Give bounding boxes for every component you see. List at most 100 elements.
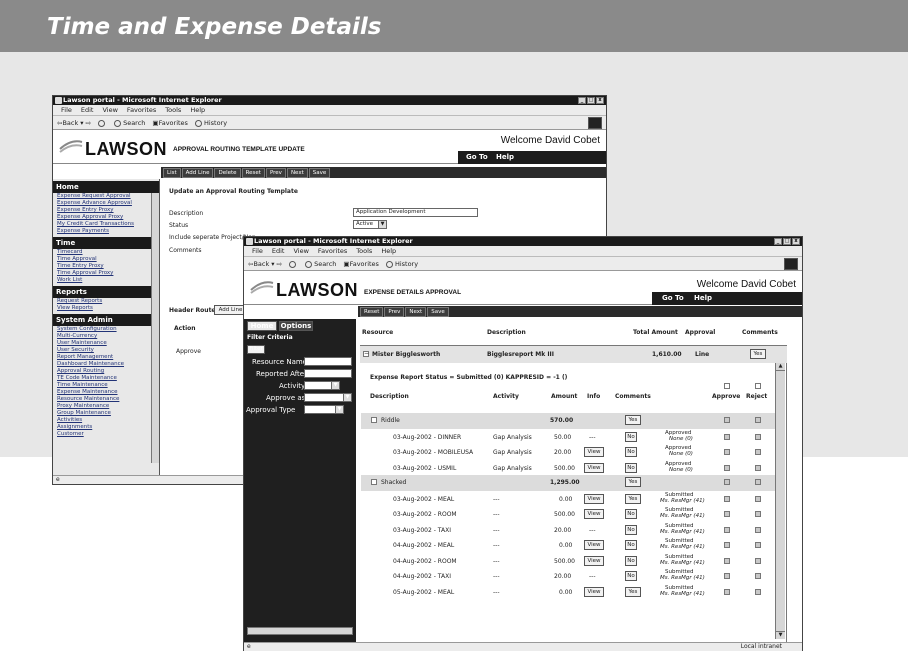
sidebar-link[interactable]: Activities xyxy=(53,417,159,424)
menu-view[interactable]: View xyxy=(293,246,308,256)
sidebar-link[interactable]: Approval Routing xyxy=(53,368,159,375)
comment-button[interactable]: No xyxy=(625,555,637,566)
next-button[interactable]: Next xyxy=(286,167,308,178)
reset-button[interactable]: Reset xyxy=(241,167,265,178)
help-menu[interactable]: Help xyxy=(694,294,712,302)
comment-button[interactable]: No xyxy=(625,524,637,535)
reported-after-input[interactable]: 01-Jun-2002 xyxy=(304,369,352,378)
minimize-button[interactable]: _ xyxy=(774,238,782,245)
resource-name-input[interactable] xyxy=(304,357,352,366)
reset-button[interactable]: Reset xyxy=(360,306,384,317)
favorites-button[interactable]: ▣Favorites xyxy=(343,257,379,270)
approve-checkbox[interactable] xyxy=(724,573,730,579)
sidebar-link[interactable]: Expense Payments xyxy=(53,228,159,235)
reject-checkbox[interactable] xyxy=(755,479,761,485)
sidebar-link[interactable]: My Credit Card Transactions xyxy=(53,221,159,228)
menu-file[interactable]: File xyxy=(252,246,263,256)
comment-button[interactable]: No xyxy=(625,431,637,442)
help-menu[interactable]: Help xyxy=(496,153,514,161)
history-button[interactable]: History xyxy=(194,116,227,129)
comment-button[interactable]: Yes xyxy=(625,493,641,504)
sidebar-link[interactable]: Resource Maintenance xyxy=(53,396,159,403)
reject-checkbox[interactable] xyxy=(755,526,761,533)
stop-icon[interactable] xyxy=(98,116,107,129)
collapse-toggle-icon[interactable] xyxy=(371,479,377,485)
activity-select[interactable]: All ▼ xyxy=(304,381,340,390)
reject-checkbox[interactable] xyxy=(755,588,761,595)
approval-type-select[interactable]: Normal ▼ xyxy=(304,405,344,414)
group-comments-button[interactable]: Yes xyxy=(625,477,641,487)
resource-comments-button[interactable]: Yes xyxy=(750,349,766,359)
approve-checkbox[interactable] xyxy=(724,542,730,548)
sidebar-link[interactable]: Time Maintenance xyxy=(53,382,159,389)
reject-checkbox[interactable] xyxy=(755,511,761,517)
menu-help[interactable]: Help xyxy=(190,105,205,115)
back-button[interactable]: ⇦Back ▾ ⇨ xyxy=(57,116,91,129)
approve-checkbox[interactable] xyxy=(724,433,730,440)
reject-checkbox[interactable] xyxy=(755,464,761,471)
close-button[interactable]: x xyxy=(596,97,604,104)
approve-checkbox[interactable] xyxy=(724,588,730,595)
approve-as-select[interactable]: David Cobet ▼ xyxy=(304,393,352,402)
approve-checkbox[interactable] xyxy=(724,449,730,455)
menu-file[interactable]: File xyxy=(61,105,72,115)
sidebar-link[interactable]: Time Approval Proxy xyxy=(53,270,159,277)
menu-help[interactable]: Help xyxy=(381,246,396,256)
reject-checkbox[interactable] xyxy=(755,433,761,440)
sidebar-link[interactable]: Timecard xyxy=(53,249,159,256)
back-button[interactable]: ⇦Back ▾ ⇨ xyxy=(248,257,282,270)
search-button[interactable]: Search xyxy=(114,116,145,129)
menu-favorites[interactable]: Favorites xyxy=(127,105,156,115)
sidebar-link[interactable]: Expense Maintenance xyxy=(53,389,159,396)
view-button[interactable]: View xyxy=(584,493,604,504)
sidebar-link[interactable]: Proxy Maintenance xyxy=(53,403,159,410)
approve-checkbox[interactable] xyxy=(724,557,730,564)
group-comments-button[interactable]: Yes xyxy=(625,415,641,425)
sidebar-link[interactable]: Request Reports xyxy=(53,298,159,305)
reject-checkbox[interactable] xyxy=(755,573,761,579)
scroll-up-icon[interactable]: ▲ xyxy=(776,363,785,371)
sidebar-link[interactable]: TE Code Maintenance xyxy=(53,375,159,382)
view-button[interactable]: View xyxy=(584,447,604,457)
stop-icon[interactable] xyxy=(289,257,298,270)
sidebar-home[interactable]: Home xyxy=(53,181,159,193)
sidebar-link[interactable]: Assignments xyxy=(53,424,159,431)
next-button[interactable]: Next xyxy=(405,306,427,317)
sidebar-link[interactable]: Group Maintenance xyxy=(53,410,159,417)
approve-checkbox[interactable] xyxy=(724,495,730,502)
sidebar-link[interactable]: Expense Entry Proxy xyxy=(53,207,159,214)
reject-checkbox[interactable] xyxy=(755,449,761,455)
sidebar-link[interactable]: Multi-Currency xyxy=(53,333,159,340)
goto-menu[interactable]: Go To xyxy=(466,153,488,161)
sidebar-link[interactable]: Expense Approval Proxy xyxy=(53,214,159,221)
tab-home[interactable]: Home xyxy=(247,321,277,331)
approve-checkbox[interactable] xyxy=(724,511,730,517)
favorites-button[interactable]: ▣Favorites xyxy=(152,116,188,129)
minimize-button[interactable]: _ xyxy=(578,97,586,104)
tab-options[interactable]: Options xyxy=(279,321,313,331)
scroll-down-icon[interactable]: ▼ xyxy=(776,631,785,639)
reject-checkbox[interactable] xyxy=(755,495,761,502)
menu-tools[interactable]: Tools xyxy=(356,246,372,256)
delete-button[interactable]: Delete xyxy=(214,167,241,178)
approve-checkbox[interactable] xyxy=(724,526,730,533)
sidebar-link[interactable]: User Maintenance xyxy=(53,340,159,347)
reject-checkbox[interactable] xyxy=(755,557,761,564)
comment-button[interactable]: No xyxy=(625,571,637,581)
view-button[interactable]: View xyxy=(584,555,604,566)
approve-checkbox[interactable] xyxy=(724,417,730,423)
sidebar-scrollbar[interactable] xyxy=(151,193,159,463)
filter-button[interactable]: Filter xyxy=(247,345,265,354)
prev-button[interactable]: Prev xyxy=(265,167,286,178)
sidebar-link[interactable]: View Reports xyxy=(53,305,159,312)
reject-checkbox[interactable] xyxy=(755,417,761,423)
sidebar-link[interactable]: Dashboard Maintenance xyxy=(53,361,159,368)
menu-favorites[interactable]: Favorites xyxy=(318,246,347,256)
approve-checkbox[interactable] xyxy=(724,479,730,485)
collapse-toggle-icon[interactable] xyxy=(371,417,377,423)
reject-all-checkbox[interactable] xyxy=(755,383,761,389)
search-button[interactable]: Search xyxy=(305,257,336,270)
approve-all-checkbox[interactable] xyxy=(724,383,730,389)
save-button[interactable]: Save xyxy=(308,167,331,178)
comment-button[interactable]: No xyxy=(625,509,637,519)
